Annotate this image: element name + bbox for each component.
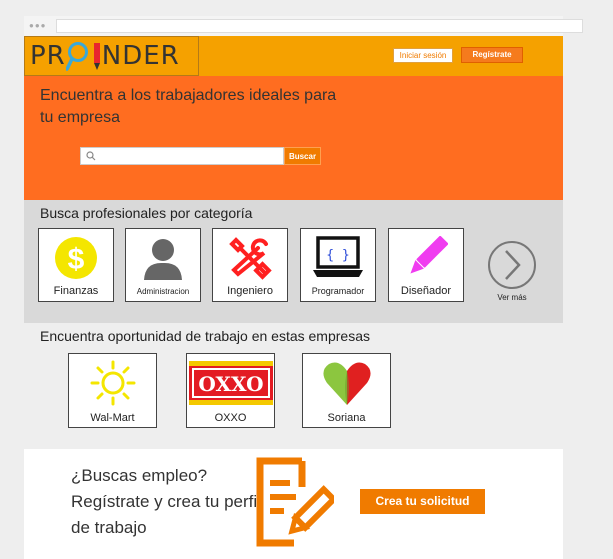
companies-title: Encuentra oportunidad de trabajo en esta…	[40, 328, 370, 344]
person-icon	[144, 239, 182, 280]
profinder-logo[interactable]: PR NDER	[24, 36, 199, 76]
sun-icon	[90, 360, 135, 406]
category-label: Ingeniero	[227, 285, 273, 297]
cta-text: ¿Buscas empleo? Regístrate y crea tu per…	[71, 466, 261, 537]
see-more-button[interactable]: Ver más	[486, 240, 538, 306]
company-oxxo[interactable]: OXXO OXXO	[186, 353, 275, 428]
see-more-label: Ver más	[497, 293, 527, 302]
pencil-i-logo-icon	[93, 43, 100, 70]
tools-icon	[229, 237, 272, 280]
oxxo-logo: OXXO	[188, 361, 273, 405]
category-label: Administracion	[136, 287, 190, 296]
dollar-coin-icon: $	[55, 237, 97, 279]
company-label: Wal-Mart	[90, 412, 135, 424]
document-edit-icon	[256, 457, 334, 547]
search-input[interactable]	[99, 149, 281, 163]
browser-chrome: ●●●	[24, 16, 583, 36]
company-soriana[interactable]: Soriana	[302, 353, 391, 428]
company-walmart[interactable]: Wal-Mart	[68, 353, 157, 428]
category-disenador[interactable]: Diseñador	[388, 228, 464, 302]
company-label: OXXO	[214, 412, 247, 424]
companies-section: Encuentra oportunidad de trabajo en esta…	[24, 323, 563, 449]
hero-banner: Encuentra a los trabajadores ideales par…	[24, 76, 563, 200]
category-programador[interactable]: { } Programador	[300, 228, 376, 302]
company-label: Soriana	[327, 412, 366, 424]
search-icon	[86, 151, 96, 161]
laptop-code-icon: { }	[313, 236, 363, 277]
category-label: Finanzas	[53, 285, 99, 297]
category-label: Programador	[311, 286, 365, 296]
logo-text-nder: NDER	[101, 41, 180, 71]
job-seeker-section: ¿Buscas empleo? Regístrate y crea tu per…	[24, 449, 563, 559]
login-button[interactable]: Iniciar sesión	[393, 48, 453, 63]
pencil-icon	[410, 236, 448, 274]
logo-text-pro: PR	[30, 41, 66, 71]
categories-title: Busca profesionales por categoría	[40, 205, 253, 221]
svg-text:{ }: { }	[326, 248, 349, 263]
site-header: PR NDER Iniciar sesión Regístrate	[24, 36, 563, 76]
svg-text:$: $	[68, 243, 85, 276]
search-box[interactable]	[80, 147, 284, 165]
category-finanzas[interactable]: $ Finanzas	[38, 228, 114, 302]
address-bar[interactable]	[56, 19, 583, 33]
window-dots-icon: ●●●	[29, 21, 47, 30]
create-application-button[interactable]: Crea tu solicitud	[360, 489, 485, 514]
category-administracion[interactable]: Administracion	[125, 228, 201, 302]
heart-icon	[322, 362, 371, 405]
chevron-right-icon	[488, 241, 536, 289]
category-label: Diseñador	[400, 285, 452, 297]
hero-title: Encuentra a los trabajadores ideales par…	[40, 87, 337, 126]
category-ingeniero[interactable]: Ingeniero	[212, 228, 288, 302]
search-button[interactable]: Buscar	[284, 147, 321, 165]
signup-button[interactable]: Regístrate	[461, 47, 523, 63]
svg-text:OXXO: OXXO	[198, 372, 263, 396]
magnifier-logo-icon	[65, 42, 88, 71]
categories-section: Busca profesionales por categoría $ Fina…	[24, 200, 563, 323]
